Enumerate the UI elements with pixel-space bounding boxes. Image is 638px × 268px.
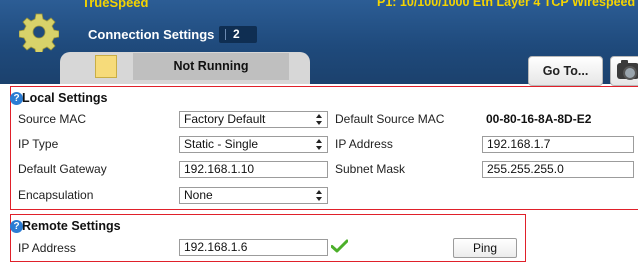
remote-ip-address-label: IP Address <box>18 241 76 255</box>
notes-icon[interactable] <box>95 55 117 78</box>
encapsulation-select[interactable]: None <box>179 187 328 204</box>
port-info: P1: 10/100/1000 Eth Layer 4 TCP Wirespee… <box>377 0 638 9</box>
app-name: TrueSpeed <box>82 0 149 10</box>
encapsulation-select-value: None <box>184 188 213 202</box>
select-arrows-icon <box>316 139 322 150</box>
select-arrows-icon <box>316 190 322 201</box>
page-title: Connection Settings <box>88 27 215 42</box>
remote-settings-title: Remote Settings <box>22 219 121 233</box>
remote-ip-address-input[interactable]: 192.168.1.6 <box>179 239 328 256</box>
ip-type-label: IP Type <box>18 137 59 151</box>
encapsulation-label: Encapsulation <box>18 188 94 202</box>
source-mac-label: Source MAC <box>18 112 87 126</box>
checkmark-icon <box>331 239 348 253</box>
ping-button[interactable]: Ping <box>453 238 517 258</box>
source-mac-select[interactable]: Factory Default <box>179 111 328 128</box>
connection-number-badge[interactable]: 2 <box>219 26 257 43</box>
select-arrows-icon <box>316 114 322 125</box>
ip-type-select-value: Static - Single <box>184 137 259 151</box>
default-gateway-label: Default Gateway <box>18 162 107 176</box>
local-ip-address-input[interactable]: 192.168.1.7 <box>482 136 634 153</box>
local-settings-title: Local Settings <box>22 91 108 105</box>
gear-icon[interactable] <box>19 12 59 52</box>
screenshot-button[interactable] <box>610 56 638 86</box>
subnet-mask-input[interactable]: 255.255.255.0 <box>482 161 634 178</box>
camera-icon <box>617 60 638 80</box>
ip-type-select[interactable]: Static - Single <box>179 136 328 153</box>
subnet-mask-label: Subnet Mask <box>335 162 406 176</box>
default-gateway-input[interactable]: 192.168.1.10 <box>179 161 328 178</box>
go-to-button[interactable]: Go To... <box>528 56 603 86</box>
run-status-indicator: Not Running <box>133 53 289 80</box>
default-source-mac-value: 00-80-16-8A-8D-E2 <box>486 112 592 126</box>
default-source-mac-label: Default Source MAC <box>335 112 445 126</box>
ip-address-label: IP Address <box>335 137 393 151</box>
source-mac-select-value: Factory Default <box>184 112 266 126</box>
